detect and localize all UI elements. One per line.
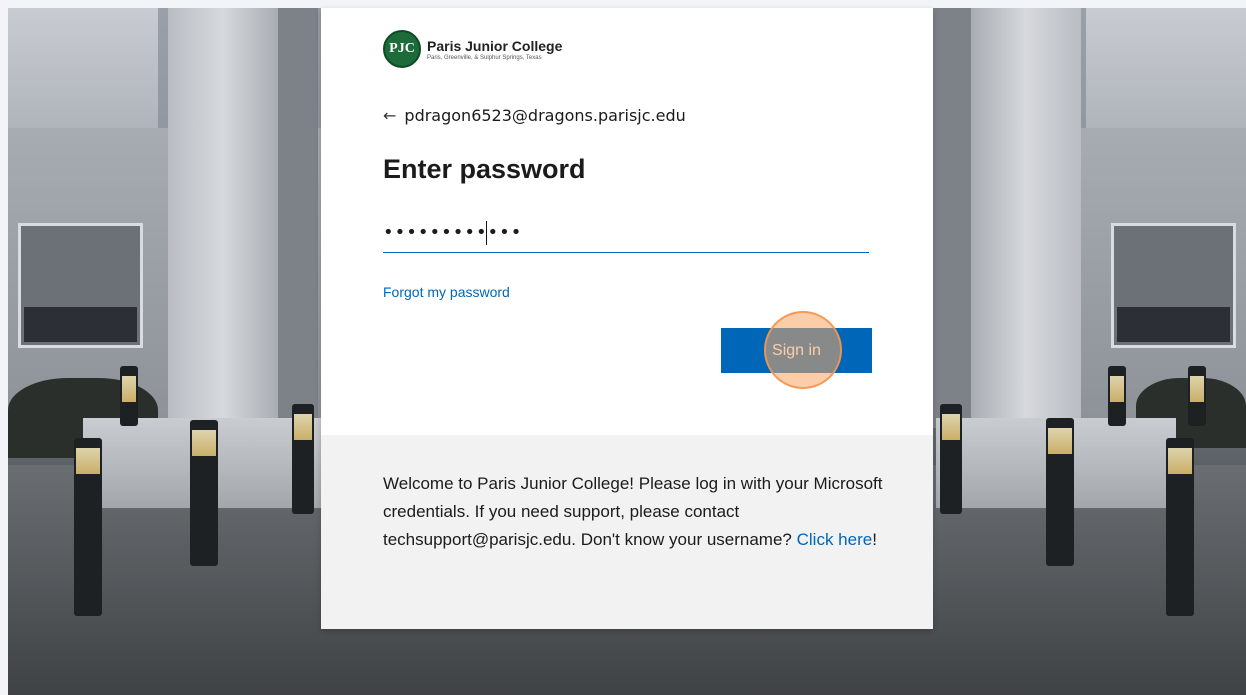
password-input[interactable]: [383, 213, 869, 251]
bollard-light: [940, 404, 962, 514]
info-panel: Welcome to Paris Junior College! Please …: [321, 435, 933, 629]
sign-in-button[interactable]: Sign in: [721, 328, 872, 373]
account-identity: ← pdragon6523@dragons.parisjc.edu: [383, 106, 686, 125]
welcome-message: Welcome to Paris Junior College! Please …: [383, 470, 883, 554]
window-right: [1111, 223, 1236, 348]
column-right: [971, 8, 1081, 428]
bollard-light: [190, 420, 218, 566]
college-logo: PJC Paris Junior College Paris, Greenvil…: [383, 30, 562, 68]
bollard-light: [1046, 418, 1074, 566]
text-caret: [486, 221, 487, 245]
college-name: Paris Junior College: [427, 37, 563, 54]
column-right-shadow: [931, 8, 971, 428]
column-left-shadow: [278, 8, 318, 428]
bollard-light: [1108, 366, 1126, 426]
welcome-suffix: !: [872, 530, 877, 549]
account-email: pdragon6523@dragons.parisjc.edu: [404, 106, 686, 125]
bollard-light: [74, 438, 102, 616]
column-left: [168, 8, 278, 428]
sky-left: [8, 8, 158, 138]
bollard-light: [1188, 366, 1206, 426]
sky-right: [1086, 8, 1246, 138]
college-seal-icon: PJC: [383, 30, 421, 68]
college-subtitle: Paris, Greenville, & Sulphur Springs, Te…: [427, 54, 542, 61]
forgot-password-link[interactable]: Forgot my password: [383, 284, 510, 300]
page-title: Enter password: [383, 154, 586, 184]
bollard-light: [120, 366, 138, 426]
window-left: [18, 223, 143, 348]
signin-card: PJC Paris Junior College Paris, Greenvil…: [321, 8, 933, 629]
bollard-light: [292, 404, 314, 514]
password-field-wrapper: [383, 213, 869, 253]
username-help-link[interactable]: Click here: [797, 530, 873, 549]
back-arrow-icon[interactable]: ←: [383, 106, 396, 125]
signin-form-area: PJC Paris Junior College Paris, Greenvil…: [321, 8, 933, 435]
bollard-light: [1166, 438, 1194, 616]
